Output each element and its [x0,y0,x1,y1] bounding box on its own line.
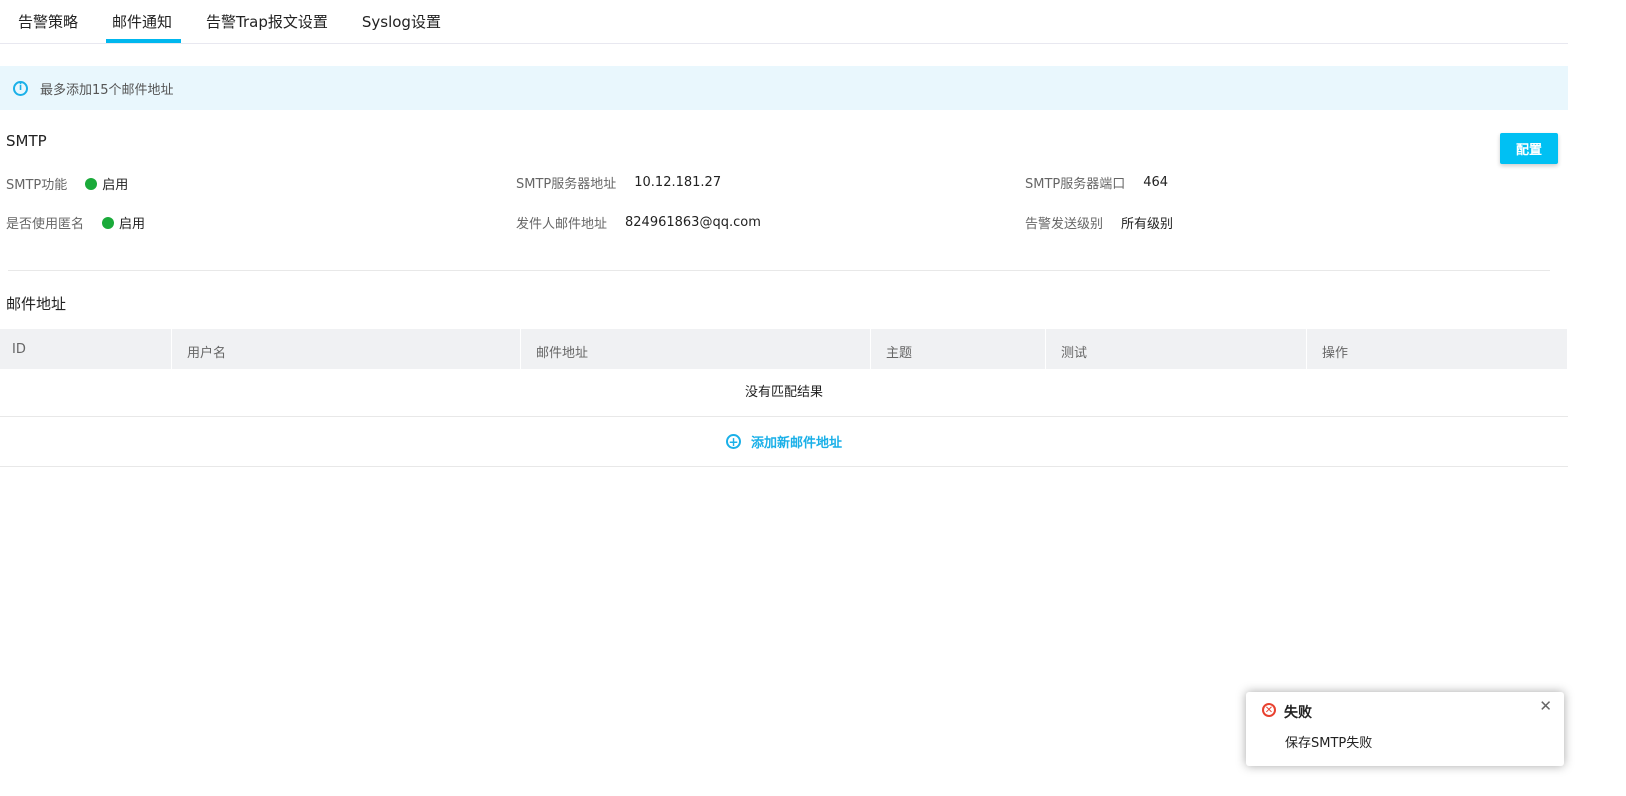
tab-email-notify[interactable]: 邮件通知 [106,0,182,43]
divider [8,270,1550,271]
col-username: 用户名 [172,329,521,369]
field-value: 824961863@qq.com [625,215,761,230]
col-test: 测试 [1046,329,1307,369]
plus-circle-icon: + [725,434,741,449]
field-label: SMTP服务器端口 [1025,177,1126,192]
mail-section-title: 邮件地址 [6,295,67,313]
info-icon: i [13,80,28,96]
col-subject: 主题 [871,329,1046,369]
info-alert: i 最多添加15个邮件地址 [0,66,1568,110]
field-label: SMTP服务器地址 [516,177,617,192]
add-email-button[interactable]: + 添加新邮件地址 [0,417,1568,467]
tab-trap-settings[interactable]: 告警Trap报文设置 [206,0,328,43]
error-icon: ✕ [1262,703,1276,717]
alert-text: 最多添加15个邮件地址 [40,82,174,98]
add-email-label: 添加新邮件地址 [750,436,842,451]
toast-message: 保存SMTP失败 [1285,736,1373,751]
error-toast: ✕ 失败 保存SMTP失败 ✕ [1246,692,1564,766]
mail-table: ID 用户名 邮件地址 主题 测试 操作 没有匹配结果 + 添加新邮件地址 [0,329,1568,467]
field-label: 告警发送级别 [1025,217,1104,232]
close-icon[interactable]: ✕ [1539,697,1552,715]
col-email: 邮件地址 [521,329,871,369]
smtp-title: SMTP [6,132,47,150]
server-port-field: SMTP服务器端口 464 [1025,173,1168,192]
field-label: 是否使用匿名 [6,217,85,232]
smtp-enabled-field: SMTP功能 启用 [6,174,128,193]
alarm-level-field: 告警发送级别 所有级别 [1025,213,1173,232]
status-dot-icon [85,177,98,190]
config-button[interactable]: 配置 [1500,133,1558,164]
tab-syslog-settings[interactable]: Syslog设置 [362,0,441,43]
server-address-field: SMTP服务器地址 10.12.181.27 [516,173,721,192]
col-id: ID [0,329,172,369]
tab-alarm-policy[interactable]: 告警策略 [18,0,78,43]
field-value: 464 [1143,175,1169,190]
status-dot-icon [102,216,115,229]
empty-message: 没有匹配结果 [0,369,1568,417]
field-label: SMTP功能 [6,178,68,193]
field-value: 所有级别 [1121,217,1174,232]
field-label: 发件人邮件地址 [516,217,608,232]
sender-email-field: 发件人邮件地址 824961863@qq.com [516,213,761,232]
toast-title: 失败 [1284,705,1312,721]
table-header: ID 用户名 邮件地址 主题 测试 操作 [0,329,1568,369]
tab-bar: 告警策略 邮件通知 告警Trap报文设置 Syslog设置 [0,0,1568,44]
field-value: 10.12.181.27 [634,175,722,190]
anonymous-field: 是否使用匿名 启用 [6,213,145,232]
field-value: 启用 [119,217,146,232]
field-value: 启用 [102,178,129,193]
col-action: 操作 [1307,329,1568,369]
